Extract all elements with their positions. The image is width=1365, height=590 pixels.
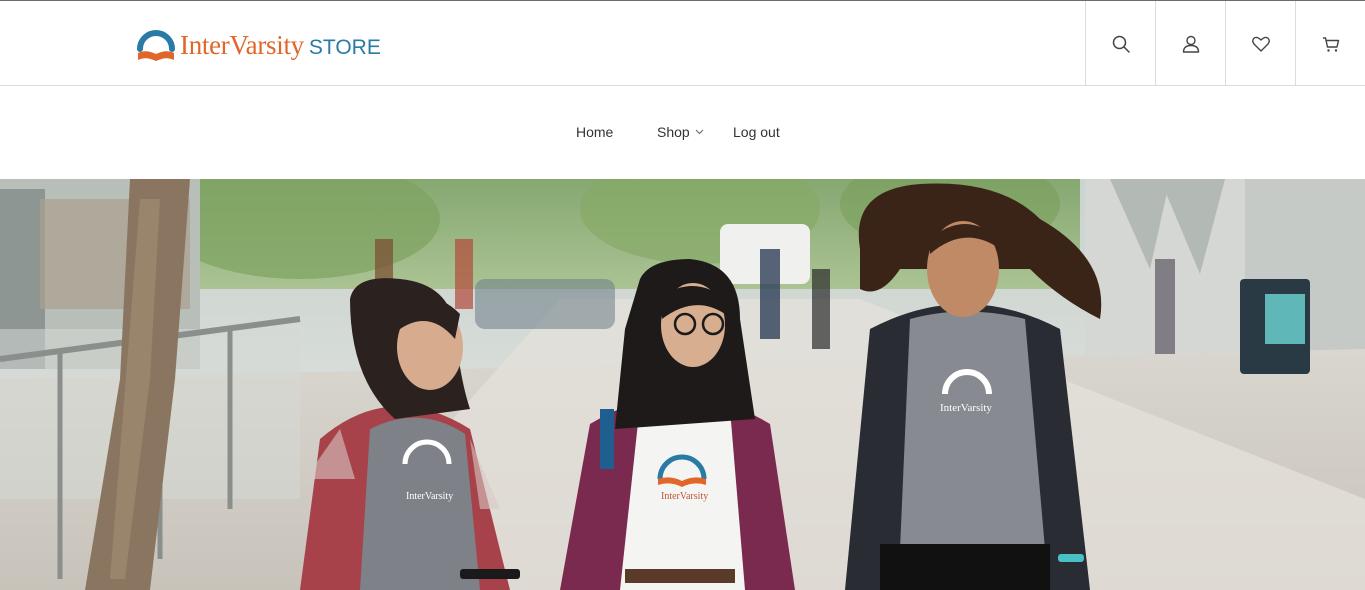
site-header: InterVarsity STORE [0,0,1365,86]
nav-home-label: Home [576,124,614,140]
nav-item-logout[interactable]: Log out [733,124,780,140]
heart-icon [1251,36,1270,52]
hero-photo: InterVarsity InterVarsity InterVarsity [0,179,1365,590]
hero-banner: InterVarsity InterVarsity InterVarsity [0,179,1365,590]
nav-item-shop[interactable]: Shop [657,124,704,140]
shirt-logo-text-2: InterVarsity [661,491,708,502]
search-icon [1112,35,1130,53]
account-icon [1182,35,1199,53]
logo-wordmark: InterVarsity [180,29,304,60]
cart-icon [1322,36,1339,52]
nav-item-home[interactable]: Home [576,124,613,140]
wishlist-button[interactable] [1225,1,1295,86]
account-button[interactable] [1155,1,1225,86]
shirt-logo-text-3: InterVarsity [940,402,992,414]
nav-logout-label: Log out [733,124,780,140]
search-button[interactable] [1085,1,1155,86]
header-actions [1085,1,1365,86]
logo-store-label: STORE [308,35,381,59]
cart-button[interactable] [1295,1,1365,86]
site-logo[interactable]: InterVarsity STORE [136,26,381,64]
main-navigation: Home Shop Log out [0,86,1365,179]
intervarsity-logo-mark [137,30,175,61]
nav-shop-label: Shop [657,124,690,140]
shirt-logo-text-1: InterVarsity [406,491,453,502]
chevron-down-icon [695,129,704,135]
